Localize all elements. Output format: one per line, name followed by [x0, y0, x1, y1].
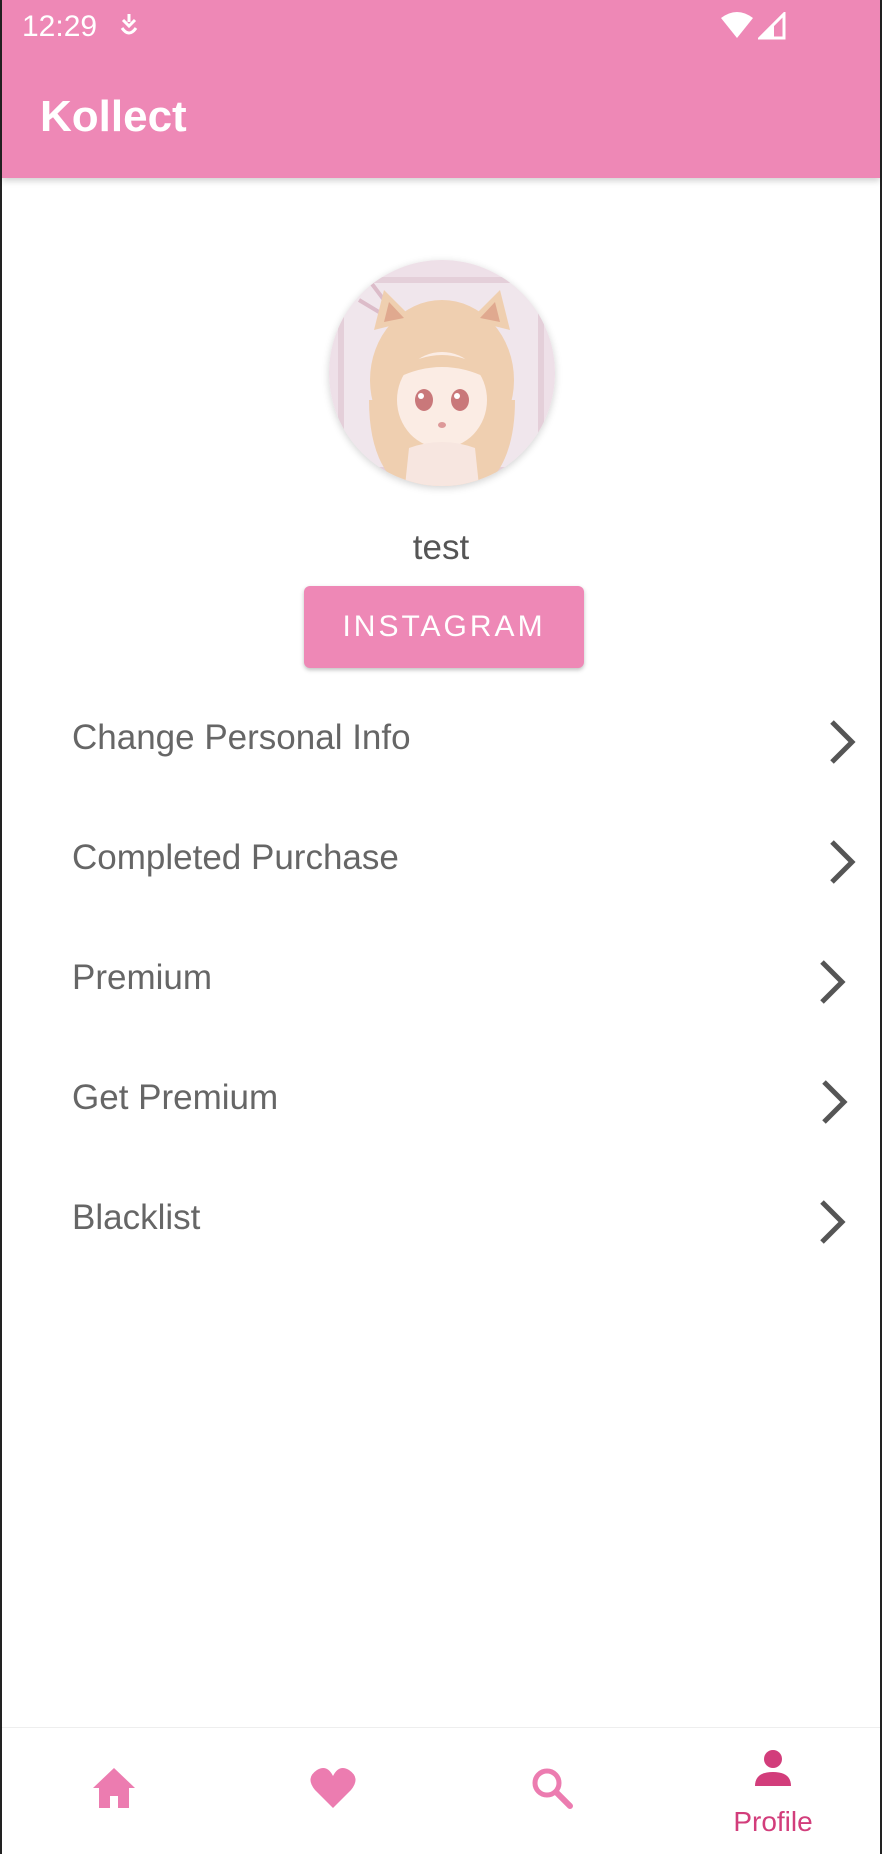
- status-bar: 12:29: [2, 0, 880, 54]
- avatar[interactable]: [329, 260, 555, 486]
- menu-item-completed-purchase[interactable]: Completed Purchase: [2, 800, 880, 920]
- nav-favorites[interactable]: [278, 1728, 388, 1854]
- avatar-illustration: [329, 260, 555, 486]
- profile-icon: [755, 1750, 791, 1786]
- menu-item-label: Blacklist: [72, 1198, 201, 1237]
- heart-icon: [310, 1768, 356, 1808]
- menu-item-premium[interactable]: Premium: [2, 920, 880, 1040]
- chevron-right-icon: [830, 720, 856, 764]
- username: test: [412, 528, 470, 567]
- menu-item-label: Change Personal Info: [72, 718, 411, 757]
- bottom-navigation: Profile: [2, 1727, 880, 1854]
- app-title: Kollect: [40, 92, 187, 141]
- settings-menu: Change Personal Info Completed Purchase …: [2, 680, 880, 1280]
- menu-item-label: Get Premium: [72, 1078, 279, 1117]
- menu-item-blacklist[interactable]: Blacklist: [2, 1160, 880, 1280]
- nav-home[interactable]: [59, 1728, 169, 1854]
- chevron-right-icon: [820, 960, 846, 1004]
- nav-profile[interactable]: Profile: [718, 1728, 828, 1854]
- cellular-signal-icon: [756, 10, 786, 48]
- wifi-icon: [720, 12, 754, 48]
- search-icon: [532, 1768, 573, 1809]
- app-bar: 12:29 Kollect: [2, 0, 880, 178]
- nav-search[interactable]: [497, 1728, 607, 1854]
- nav-profile-label: Profile: [733, 1806, 813, 1837]
- notification-icon: [118, 12, 140, 48]
- chevron-right-icon: [830, 840, 856, 884]
- menu-item-change-personal-info[interactable]: Change Personal Info: [2, 680, 880, 800]
- chevron-right-icon: [820, 1200, 846, 1244]
- menu-item-label: Completed Purchase: [72, 838, 399, 877]
- status-time: 12:29: [22, 10, 98, 43]
- instagram-button[interactable]: INSTAGRAM: [304, 586, 584, 668]
- menu-item-get-premium[interactable]: Get Premium: [2, 1040, 880, 1160]
- home-icon: [93, 1768, 135, 1808]
- menu-item-label: Premium: [72, 958, 213, 997]
- chevron-right-icon: [822, 1080, 848, 1124]
